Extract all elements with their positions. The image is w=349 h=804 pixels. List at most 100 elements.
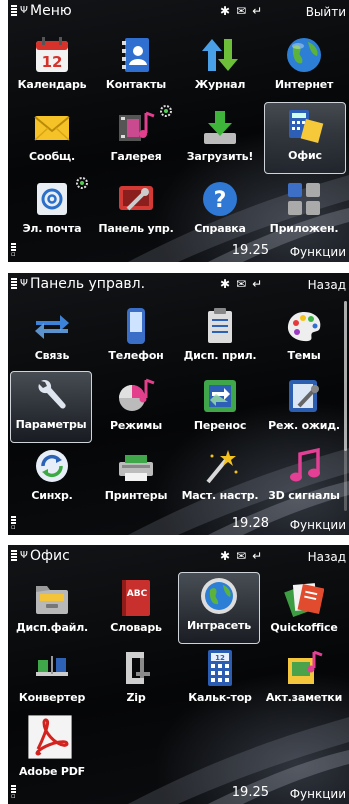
menu-item-contacts[interactable]: Контакты [96, 32, 176, 102]
gallery-icon [119, 111, 155, 141]
help-icon: ? [203, 182, 237, 216]
menu-item-3d-tones[interactable]: 3D сигналы [264, 443, 344, 513]
menu-item-connectivity[interactable]: Связь [12, 303, 92, 373]
standby-mode-icon [289, 380, 319, 412]
file-manager-icon [36, 586, 68, 614]
menu-item-label: Панель упр. [98, 222, 174, 235]
printer-icon [119, 455, 153, 481]
menu-item-settings[interactable]: Параметры [10, 371, 92, 443]
new-content-indicator-icon [160, 105, 172, 117]
svg-text:?: ? [214, 188, 227, 213]
control-panel-icon [119, 186, 153, 211]
quickoffice-icon [284, 583, 324, 617]
menu-item-calculator[interactable]: 12 Кальк-тор [180, 645, 260, 715]
connectivity-arrows-icon [35, 315, 69, 339]
menu-item-phone[interactable]: Телефон [96, 303, 176, 373]
exit-softkey[interactable]: Выйти [306, 5, 346, 19]
menu-item-printers[interactable]: Принтеры [96, 443, 176, 513]
menu-item-label: Adobe PDF [18, 765, 85, 778]
phone-icon [127, 308, 145, 344]
menu-item-themes[interactable]: Темы [264, 303, 344, 373]
themes-palette-icon [287, 312, 321, 342]
menu-item-label: Дисп. прил. [183, 349, 257, 362]
svg-text:12: 12 [42, 53, 63, 71]
menu-item-email[interactable]: Эл. почта [12, 176, 92, 246]
menu-item-adobe-pdf[interactable]: Adobe PDF [12, 713, 92, 783]
menu-item-control-panel[interactable]: Панель упр. [96, 176, 176, 246]
menu-item-gallery[interactable]: Галерея [96, 104, 176, 174]
menu-item-label: Синхр. [31, 489, 73, 502]
options-softkey[interactable]: Функции [290, 518, 346, 532]
bluetooth-icon: ✱ [220, 277, 237, 291]
converter-icon [36, 656, 68, 676]
return-icon: ↵ [252, 549, 269, 563]
status-icons: ✱✉↵ [220, 277, 268, 291]
menu-item-transfer[interactable]: Перенос [180, 373, 260, 443]
menu-item-calendar[interactable]: 12 Календарь [12, 32, 92, 102]
transfer-icon [204, 380, 236, 412]
menu-item-active-notes[interactable]: Акт.заметки [264, 645, 344, 715]
status-bar: Ψ Панель управл. ✱✉↵ Назад [8, 273, 349, 299]
options-softkey[interactable]: Функции [290, 245, 346, 259]
app-manager-icon [208, 308, 232, 343]
globe-icon [287, 38, 321, 72]
menu-item-log[interactable]: Журнал [180, 32, 260, 102]
menu-item-label: Загрузить! [186, 150, 254, 163]
menu-item-intranet[interactable]: Интрасеть [178, 572, 260, 644]
back-softkey[interactable]: Назад [308, 550, 346, 564]
antenna-icon: Ψ [20, 5, 28, 16]
menu-item-label: Акт.заметки [265, 691, 343, 704]
bluetooth-icon: ✱ [220, 4, 237, 18]
antenna-icon: Ψ [20, 278, 28, 289]
clock: 19.25 [231, 243, 269, 258]
menu-screen: Ψ Меню ✱✉↵ Выйти 12 Календарь Контакты Ж… [8, 0, 349, 262]
menu-item-settings-wizard[interactable]: Маст. настр. [180, 443, 260, 513]
download-icon [204, 111, 236, 144]
menu-item-label: Дисп.файл. [15, 621, 89, 634]
menu-item-label: Параметры [15, 418, 87, 431]
page-title: Меню [30, 3, 72, 19]
battery-icon: ▫ [11, 515, 16, 531]
status-bar: Ψ Офис ✱✉↵ Назад [8, 545, 349, 571]
menu-item-office[interactable]: Офис [264, 102, 346, 174]
bluetooth-icon: ✱ [220, 549, 237, 563]
menu-item-app-manager[interactable]: Дисп. прил. [180, 303, 260, 373]
return-icon: ↵ [252, 277, 269, 291]
menu-item-label: Словарь [110, 621, 162, 634]
menu-item-label: Перенос [193, 419, 247, 432]
back-softkey[interactable]: Назад [308, 278, 346, 292]
signal-strength-icon [11, 550, 17, 564]
menu-item-dictionary[interactable]: ABC Словарь [96, 575, 176, 645]
menu-item-label: Контакты [105, 78, 167, 91]
menu-item-converter[interactable]: Конвертер [12, 645, 92, 715]
menu-item-standby[interactable]: Реж. ожид. [264, 373, 344, 443]
menu-item-quickoffice[interactable]: Quickoffice [264, 575, 344, 645]
menu-item-applications[interactable]: Приложен. [264, 176, 344, 246]
menu-item-label: Эл. почта [22, 222, 82, 235]
options-softkey[interactable]: Функции [290, 787, 346, 801]
menu-item-internet[interactable]: Интернет [264, 32, 344, 102]
menu-item-label: Темы [287, 349, 321, 362]
settings-wrench-icon [38, 379, 66, 409]
menu-item-zip[interactable]: Zip [96, 645, 176, 715]
settings-wizard-icon [206, 450, 238, 484]
menu-item-label: Сообщ. [28, 150, 75, 163]
menu-item-help[interactable]: ? Справка [180, 176, 260, 246]
zip-clamp-icon [126, 652, 150, 684]
menu-item-label: Кальк-тор [188, 691, 252, 704]
menu-item-sync[interactable]: Синхр. [12, 443, 92, 513]
intranet-globe-icon [201, 578, 237, 614]
bottom-bar: ▫ 19.28 Функции [8, 513, 349, 535]
return-icon: ↵ [252, 4, 269, 18]
menu-item-download[interactable]: Загрузить! [180, 104, 260, 174]
menu-item-profiles[interactable]: Режимы [96, 373, 176, 443]
scrollbar[interactable] [344, 301, 347, 511]
menu-item-file-manager[interactable]: Дисп.файл. [12, 575, 92, 645]
page-title: Офис [30, 548, 70, 564]
battery-icon: ▫ [11, 242, 16, 258]
signal-strength-icon [11, 278, 17, 292]
menu-item-label: Zip [126, 691, 146, 704]
menu-item-label: Справка [194, 222, 246, 235]
menu-item-label: Галерея [110, 150, 162, 163]
menu-item-messages[interactable]: Сообщ. [12, 104, 92, 174]
